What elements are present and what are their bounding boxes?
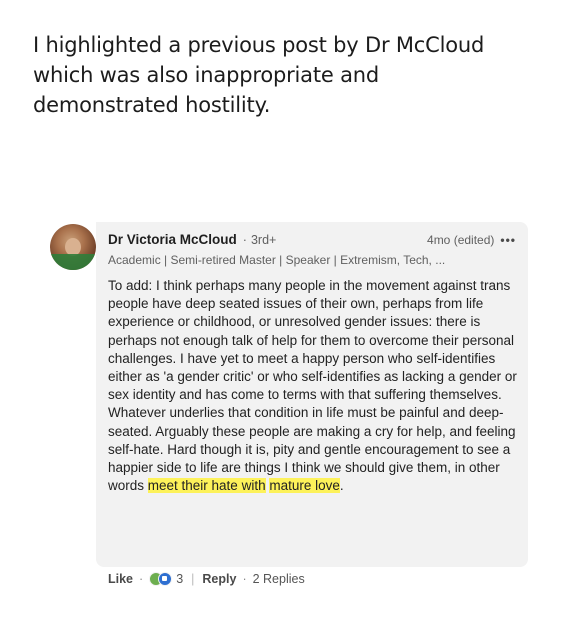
connection-degree: · 3rd+ [242, 233, 277, 247]
author-name[interactable]: Dr Victoria McCloud [108, 232, 237, 247]
comment-actions: Like · 3 | Reply · 2 Replies [108, 572, 305, 586]
comment-body-end: . [339, 478, 344, 494]
separator-dot: · [139, 572, 144, 586]
reaction-count: 3 [176, 572, 184, 586]
author-headline: Academic | Semi-retired Master | Speaker… [108, 253, 446, 267]
more-horizontal-icon[interactable]: ••• [500, 233, 516, 247]
highlighted-text: meet their hate with [147, 478, 266, 494]
divider: | [191, 572, 195, 586]
comment-text: To add: I think perhaps many people in t… [108, 277, 520, 495]
reactions-summary[interactable]: 3 [149, 572, 183, 586]
avatar[interactable] [50, 224, 96, 270]
comment-body: To add: I think perhaps many people in t… [108, 278, 517, 494]
comment-time: 4mo (edited) [427, 233, 495, 247]
like-button[interactable]: Like [108, 572, 133, 586]
replies-link[interactable]: 2 Replies [253, 572, 305, 586]
like-icon [158, 572, 173, 586]
open-to-work-badge [50, 254, 96, 270]
reply-button[interactable]: Reply [202, 572, 236, 586]
caption-line: which was also inappropriate and [33, 63, 379, 87]
comment-meta: 4mo (edited) ••• [427, 233, 516, 247]
separator-dot: · [242, 572, 247, 586]
comment-bubble: Dr Victoria McCloud · 3rd+ 4mo (edited) •… [96, 222, 528, 567]
caption-line: I highlighted a previous post by Dr McCl… [33, 33, 485, 57]
comment-header: Dr Victoria McCloud · 3rd+ 4mo (edited) •… [108, 232, 516, 250]
comment-card: Dr Victoria McCloud · 3rd+ 4mo (edited) •… [50, 222, 530, 602]
caption-line: demonstrated hostility. [33, 93, 271, 117]
degree-label: 3rd+ [250, 233, 277, 247]
highlighted-text: mature love [269, 478, 340, 494]
caption: I highlighted a previous post by Dr McCl… [33, 30, 533, 120]
